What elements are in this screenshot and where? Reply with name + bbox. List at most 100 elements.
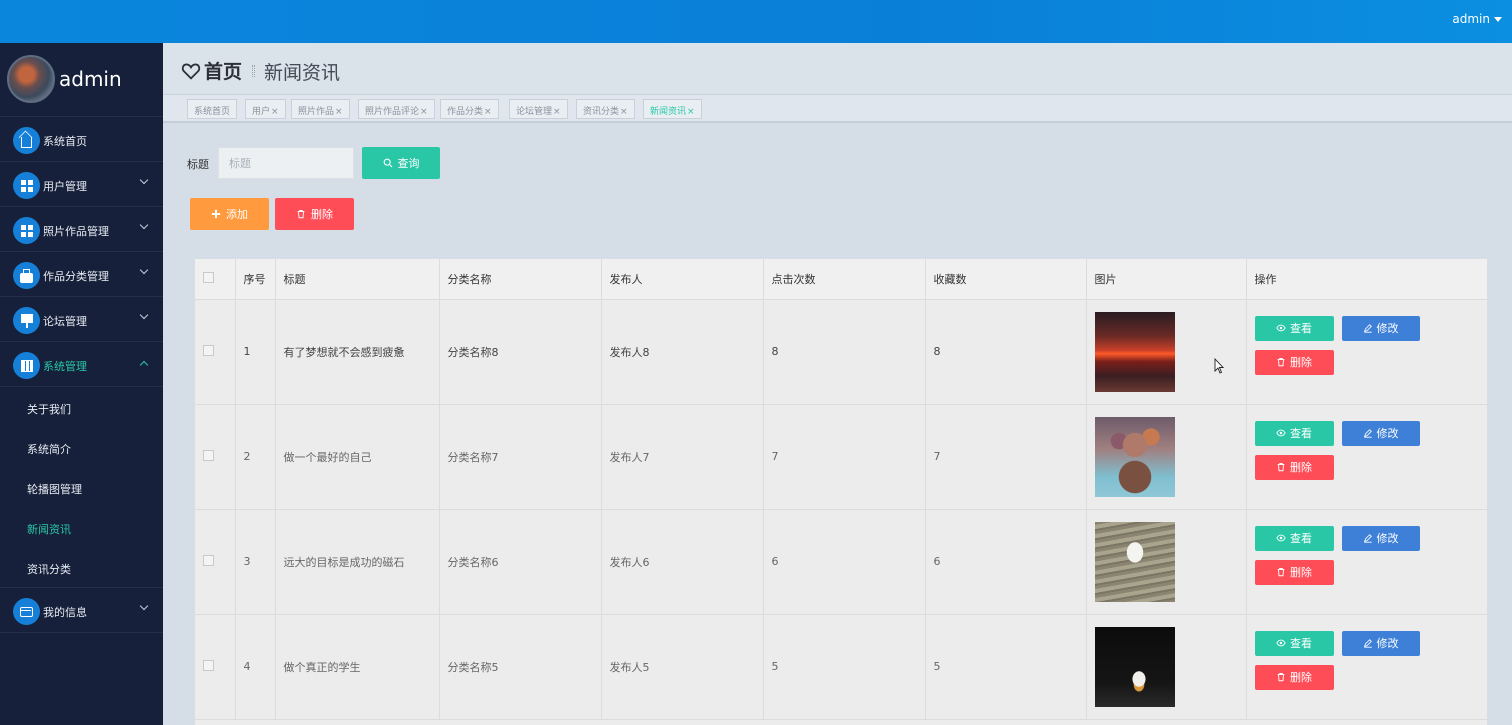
sidebar-item-photo-works[interactable]: 照片作品管理	[0, 207, 163, 252]
tags-view: 系统首页 用户× 照片作品× 照片作品评论× 作品分类× 论坛管理× 资讯分类×…	[163, 95, 1512, 123]
close-icon[interactable]: ×	[620, 107, 628, 117]
tab-photo-works[interactable]: 照片作品×	[291, 99, 350, 119]
delete-button[interactable]: 删除	[1254, 559, 1334, 585]
delete-button[interactable]: 删除	[1254, 349, 1334, 375]
top-bar: admin	[0, 0, 1512, 43]
row-select-cell	[195, 404, 236, 510]
sidebar-item-label: 系统首页	[43, 135, 87, 148]
trash-icon	[1277, 463, 1285, 472]
cell-clicks: 7	[763, 404, 926, 510]
sidebar-item-my-info[interactable]: 我的信息	[0, 588, 163, 633]
tab-work-categories[interactable]: 作品分类×	[440, 99, 499, 119]
tab-label: 资讯分类	[583, 107, 620, 117]
breadcrumb-home[interactable]: 首页	[181, 57, 242, 84]
breadcrumb-separator	[252, 65, 255, 77]
sidebar-item-label: 作品分类管理	[43, 270, 109, 283]
news-thumbnail	[1094, 626, 1175, 707]
edit-button[interactable]: 修改	[1341, 420, 1420, 446]
pencil-icon	[1363, 534, 1372, 543]
heart-icon	[181, 63, 201, 80]
grid-icon	[13, 217, 40, 244]
cell-favorites: 6	[925, 509, 1087, 615]
cell-publisher: 发布人6	[601, 509, 764, 615]
sidebar-item-label: 我的信息	[43, 606, 87, 619]
mouse-cursor-icon	[1214, 358, 1224, 374]
view-button[interactable]: 查看	[1254, 525, 1334, 551]
edit-label: 修改	[1376, 532, 1399, 545]
cell-publisher: 发布人7	[601, 404, 764, 510]
close-icon[interactable]: ×	[271, 107, 279, 117]
sidebar-item-forum[interactable]: 论坛管理	[0, 297, 163, 342]
column-header: 收藏数	[925, 259, 1087, 300]
batch-delete-label: 删除	[311, 208, 333, 221]
trash-icon	[1277, 358, 1285, 367]
row-checkbox[interactable]	[203, 554, 214, 566]
submenu-item-news[interactable]: 新闻资讯	[0, 507, 163, 547]
delete-label: 删除	[1290, 671, 1312, 684]
sidebar-item-users[interactable]: 用户管理	[0, 162, 163, 207]
edit-label: 修改	[1376, 637, 1399, 650]
column-header: 分类名称	[439, 259, 602, 300]
edit-button[interactable]: 修改	[1341, 525, 1420, 551]
cell-image	[1086, 404, 1247, 510]
row-checkbox[interactable]	[203, 449, 214, 461]
close-icon[interactable]: ×	[687, 107, 695, 117]
brand-name: admin	[59, 67, 122, 91]
cell-image	[1086, 299, 1247, 405]
close-icon[interactable]: ×	[484, 107, 492, 117]
sidebar-item-home[interactable]: 系统首页	[0, 117, 163, 162]
pencil-icon	[1363, 639, 1372, 648]
tab-forum[interactable]: 论坛管理×	[509, 99, 568, 119]
add-button[interactable]: 添加	[190, 198, 269, 230]
row-checkbox[interactable]	[203, 659, 214, 671]
table-row: 1 有了梦想就不会感到疲惫 分类名称8 发布人8 8 8 查看 修改 删除	[195, 299, 1487, 405]
tab-users[interactable]: 用户×	[245, 99, 286, 119]
edit-button[interactable]: 修改	[1341, 315, 1420, 341]
submenu-item-intro[interactable]: 系统简介	[0, 427, 163, 467]
view-button[interactable]: 查看	[1254, 420, 1334, 446]
avatar	[7, 55, 55, 103]
select-all-checkbox[interactable]	[203, 271, 214, 283]
user-name: admin	[1452, 12, 1490, 26]
eye-icon	[1276, 324, 1286, 332]
search-input[interactable]	[218, 147, 354, 179]
close-icon[interactable]: ×	[553, 107, 561, 117]
cell-no: 2	[235, 404, 276, 510]
cell-clicks: 8	[763, 299, 926, 405]
search-button[interactable]: 查询	[362, 147, 440, 179]
tab-label: 用户	[252, 107, 271, 117]
view-label: 查看	[1290, 427, 1312, 440]
plus-icon	[211, 209, 221, 219]
view-button[interactable]: 查看	[1254, 630, 1334, 656]
cell-category: 分类名称7	[439, 404, 602, 510]
row-checkbox[interactable]	[203, 344, 214, 356]
submenu-item-news-category[interactable]: 资讯分类	[0, 547, 163, 587]
tab-photo-comments[interactable]: 照片作品评论×	[358, 99, 435, 119]
chevron-down-icon	[139, 175, 149, 185]
delete-button[interactable]: 删除	[1254, 664, 1334, 690]
trash-icon	[1277, 673, 1285, 682]
column-header: 序号	[235, 259, 276, 300]
grid-icon	[13, 172, 40, 199]
trash-icon	[1277, 568, 1285, 577]
table-row: 4 做个真正的学生 分类名称5 发布人5 5 5 查看 修改 删除	[195, 614, 1487, 720]
close-icon[interactable]: ×	[420, 107, 428, 117]
user-menu[interactable]: admin	[1452, 12, 1502, 26]
delete-button[interactable]: 删除	[1254, 454, 1334, 480]
tab-news[interactable]: 新闻资讯×	[643, 99, 702, 119]
tab-system-home[interactable]: 系统首页	[187, 99, 238, 119]
submenu-item-carousel[interactable]: 轮播图管理	[0, 467, 163, 507]
close-icon[interactable]: ×	[335, 107, 343, 117]
submenu-item-about[interactable]: 关于我们	[0, 387, 163, 427]
edit-button[interactable]: 修改	[1341, 630, 1420, 656]
sidebar-item-work-categories[interactable]: 作品分类管理	[0, 252, 163, 297]
card-icon	[13, 598, 40, 625]
column-header: 标题	[275, 259, 440, 300]
tab-label: 论坛管理	[516, 107, 553, 117]
sidebar-item-system[interactable]: 系统管理	[0, 342, 163, 387]
tab-news-categories[interactable]: 资讯分类×	[576, 99, 635, 119]
batch-delete-button[interactable]: 删除	[275, 198, 354, 230]
table-header-row: 序号 标题 分类名称 发布人 点击次数 收藏数 图片 操作	[195, 259, 1487, 300]
cell-category: 分类名称8	[439, 299, 602, 405]
view-button[interactable]: 查看	[1254, 315, 1334, 341]
